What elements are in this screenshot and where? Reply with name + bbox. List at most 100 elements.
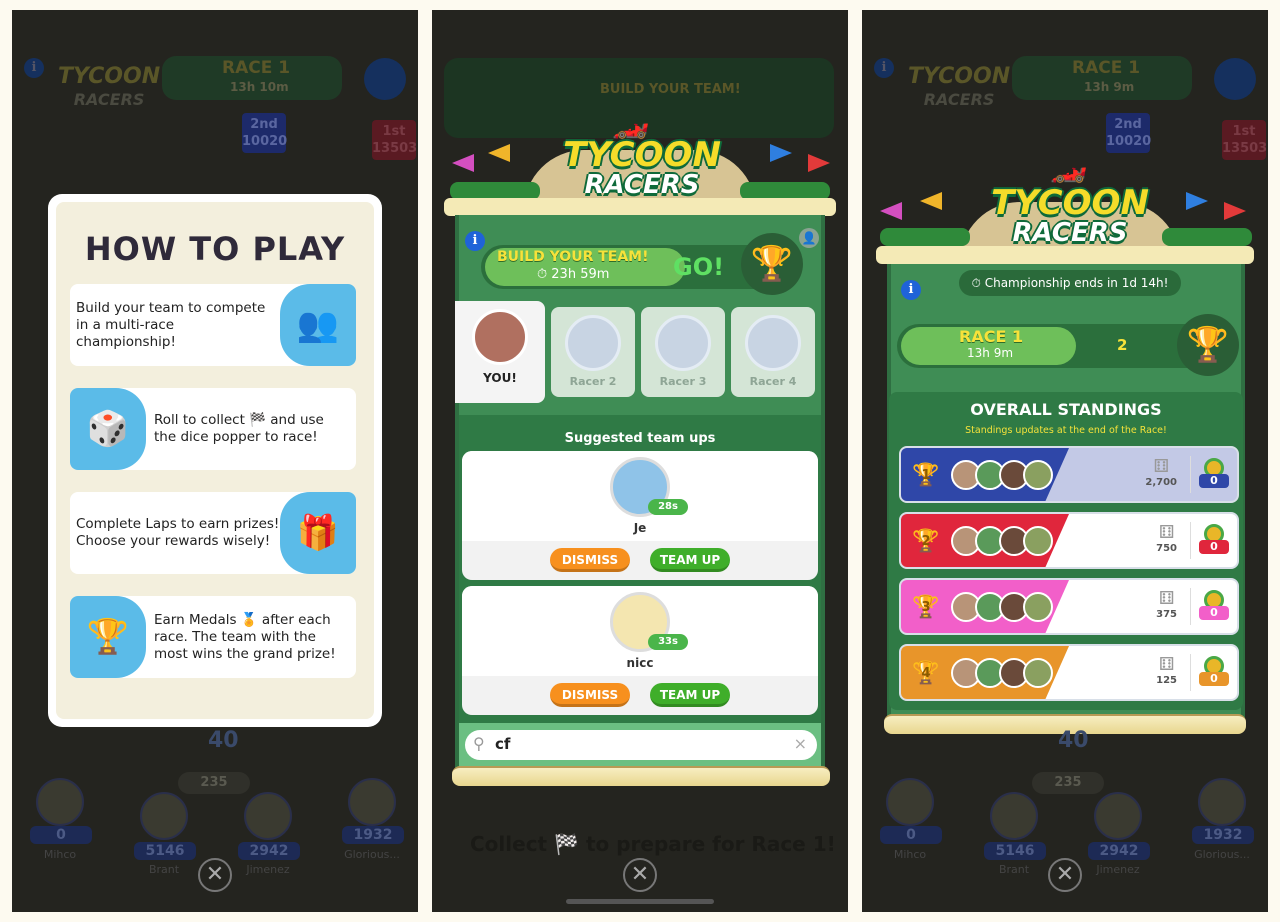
dim-placement-tag: 1st 13503	[1222, 120, 1267, 160]
dim-race-timer: 13h 9m	[1084, 80, 1135, 94]
how-to-play-row: Complete Laps to earn prizes! Choose you…	[70, 492, 356, 574]
team-up-button[interactable]: TEAM UP	[650, 548, 730, 572]
medal-count: 0	[1199, 524, 1229, 560]
close-button[interactable]: ✕	[623, 858, 657, 892]
how-to-play-modal: HOW TO PLAY Build your team to compete i…	[48, 194, 382, 727]
team-avatars	[951, 658, 1053, 688]
board-bottom-ledge	[452, 766, 830, 786]
flag-icon	[770, 144, 792, 162]
leave-team-icon[interactable]: 👤	[799, 228, 819, 248]
avatar	[348, 778, 396, 826]
avatar	[990, 792, 1038, 840]
player-score: 2942	[1088, 842, 1150, 860]
avatar	[140, 792, 188, 840]
team-avatars	[951, 592, 1053, 622]
stopwatch-icon: ⏱	[537, 267, 552, 282]
avatar	[472, 309, 528, 365]
dice-popper-icon: 🎲	[70, 388, 146, 470]
dice-icon: ⚅	[1158, 522, 1175, 543]
standings-subtitle: Standings updates at the end of the Race…	[965, 425, 1167, 436]
team-slot-racer-3[interactable]: Racer 3	[641, 307, 725, 397]
player-score: 0	[30, 826, 92, 844]
empty-avatar-icon	[745, 315, 801, 371]
rank-trophy-icon: 🏆 1	[912, 463, 940, 488]
avatar	[244, 792, 292, 840]
search-icon: ⚲	[473, 734, 485, 753]
dim-placement-tag: 1st 13503	[372, 120, 417, 160]
time-badge: 33s	[648, 634, 688, 650]
dim-placement-tag: 2nd 10020	[242, 113, 287, 153]
team-standing-row[interactable]: 🏆 4 ⚅ 125 0	[899, 644, 1239, 701]
avatar	[1023, 526, 1053, 556]
how-to-play-screen: i TYCOON RACERS RACE 1 13h 10m 2nd 10020 1…	[12, 10, 418, 912]
dim-race-title: RACE 1	[1072, 58, 1141, 78]
dim-race-timer: 13h 10m	[230, 80, 289, 94]
rank-trophy-icon: 🏆 4	[912, 661, 940, 686]
team-up-button[interactable]: TEAM UP	[650, 683, 730, 707]
avatar	[1094, 792, 1142, 840]
player-score: 1932	[1192, 826, 1254, 844]
suggested-title: Suggested team ups	[564, 431, 716, 446]
trophy-icon: 🏆	[1177, 314, 1239, 376]
team-standing-row[interactable]: 🏆 2 ⚅ 750 0	[899, 512, 1239, 569]
divider	[1190, 588, 1191, 625]
suggestion-card: 33s nicc DISMISS TEAM UP	[462, 586, 818, 715]
suggestion-name: nicc	[626, 656, 654, 670]
prize-dice: ⚅ 750	[1156, 522, 1177, 554]
player-name: Glorious...	[344, 848, 400, 861]
dice-icon: ⚅	[1158, 588, 1175, 609]
dim-trophy-icon	[1214, 58, 1256, 100]
team-builder-screen: BUILD YOUR TEAM! 🏎️ TYCOON RACERS i 👤 BUI…	[432, 10, 848, 912]
stopwatch-icon: ⏱	[971, 276, 985, 290]
team-slot-racer-2[interactable]: Racer 2	[551, 307, 635, 397]
medal-count: 0	[1199, 458, 1229, 494]
search-input[interactable]: ⚲ cf ×	[465, 730, 817, 760]
team-board: i 👤 BUILD YOUR TEAM! ⏱ 23h 59m GO! 🏆 YOU…	[455, 215, 825, 770]
dim-logo: TYCOON RACERS	[58, 64, 161, 109]
close-button[interactable]: ✕	[1048, 858, 1082, 892]
clear-search-button[interactable]: ×	[794, 734, 807, 753]
info-button[interactable]: i	[465, 231, 485, 251]
player-name: Jimenez	[246, 863, 290, 876]
dismiss-button[interactable]: DISMISS	[550, 548, 630, 572]
race-timer: 13h 9m	[967, 346, 1014, 360]
player-name: Brant	[998, 863, 1030, 876]
championship-pill: ⏱ Championship ends in 1d 14h!	[959, 270, 1181, 296]
player-name: Mihco	[43, 848, 77, 861]
how-to-play-title: HOW TO PLAY	[84, 230, 346, 268]
dice-icon: ⚅	[1158, 654, 1175, 675]
dim-dice-count: 40	[208, 728, 239, 753]
close-button[interactable]: ✕	[198, 858, 232, 892]
prize-box-icon: 🎁	[280, 492, 356, 574]
team-standing-row[interactable]: 🏆 1 ⚅ 2,700 0	[899, 446, 1239, 503]
dismiss-button[interactable]: DISMISS	[550, 683, 630, 707]
dim-trophy-icon	[364, 58, 406, 100]
flag-icon	[880, 202, 902, 220]
time-badge: 28s	[648, 499, 688, 515]
player-name: Brant	[148, 863, 180, 876]
divider	[1190, 456, 1191, 493]
race-title: RACE 1	[959, 327, 1024, 346]
how-to-play-row: Build your team to compete in a multi-ra…	[70, 284, 356, 366]
player-name: Jimenez	[1096, 863, 1140, 876]
info-button[interactable]: i	[901, 280, 921, 300]
flag-icon	[488, 144, 510, 162]
team-standing-row[interactable]: 🏆 3 ⚅ 375 0	[899, 578, 1239, 635]
dim-coins: 235	[1032, 772, 1104, 794]
cream-ledge	[444, 198, 836, 216]
go-label[interactable]: GO!	[673, 253, 724, 281]
dice-icon: ⚅	[1153, 456, 1169, 477]
prize-dice: ⚅ 125	[1156, 654, 1177, 686]
team-avatars	[951, 526, 1053, 556]
avatar	[1023, 658, 1053, 688]
player-score: 0	[880, 826, 942, 844]
info-icon: i	[24, 58, 44, 78]
rank-trophy-icon: 🏆 3	[912, 595, 940, 620]
prize-dice: ⚅ 2,700	[1145, 456, 1177, 488]
dim-coins: 235	[178, 772, 250, 794]
flag-icon	[452, 154, 474, 172]
team-slot-racer-4[interactable]: Racer 4	[731, 307, 815, 397]
flag-icon	[808, 154, 830, 172]
rank-trophy-icon: 🏆 2	[912, 529, 940, 554]
home-indicator	[566, 899, 714, 904]
